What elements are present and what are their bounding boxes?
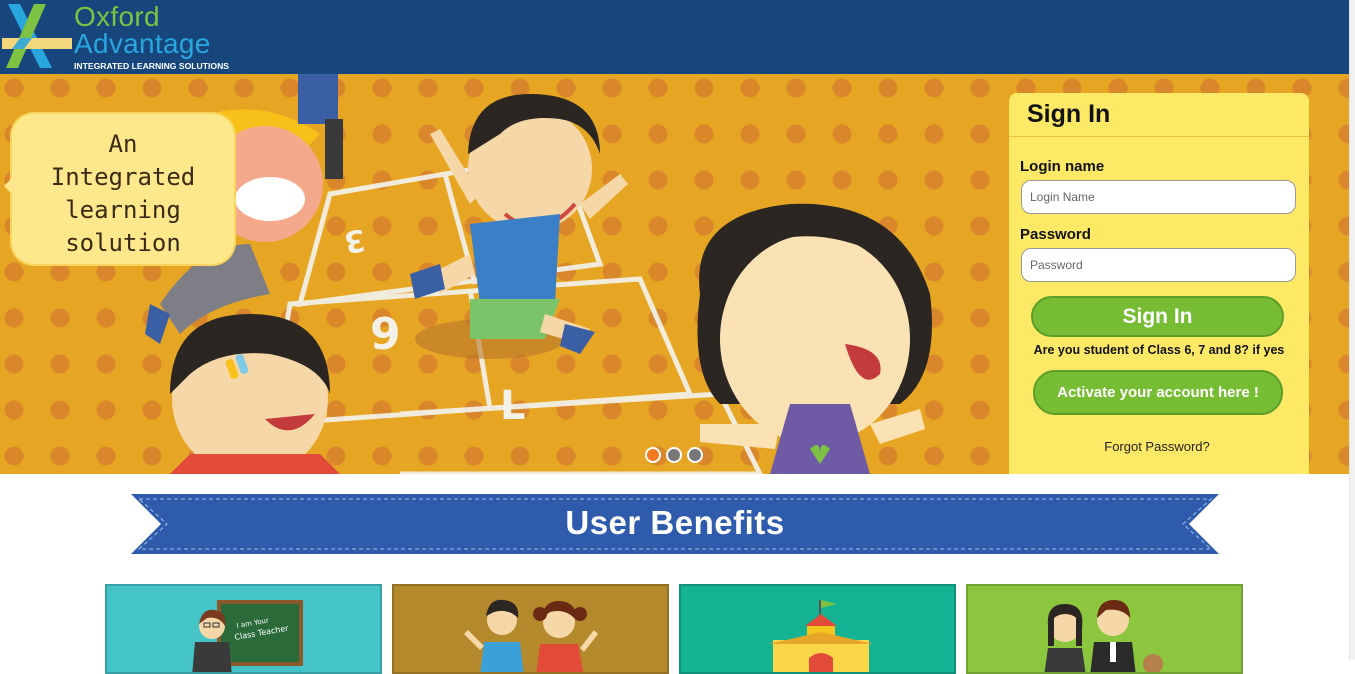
login-name-input[interactable]: [1021, 180, 1296, 214]
benefit-card-teacher[interactable]: I am Your Class Teacher: [105, 584, 382, 674]
sign-in-panel: Sign In Login name Password Sign In Are …: [1009, 93, 1309, 474]
sign-in-header: Sign In: [1009, 93, 1309, 137]
student-question-text: Are you student of Class 6, 7 and 8? if …: [1033, 343, 1285, 357]
svg-text:L: L: [500, 383, 526, 429]
school-icon: [769, 600, 873, 672]
logo-name-line2: Advantage: [74, 28, 211, 59]
password-input[interactable]: [1021, 248, 1296, 282]
svg-text:3: 3: [341, 221, 368, 259]
hero-speech-line: solution: [65, 229, 181, 257]
benefit-card-students[interactable]: [392, 584, 669, 674]
carousel-dot-2[interactable]: [666, 447, 682, 463]
oxford-advantage-logo[interactable]: Oxford Advantage INTEGRATED LEARNING SOL…: [2, 2, 232, 72]
site-header: Oxford Advantage INTEGRATED LEARNING SOL…: [0, 0, 1349, 74]
activate-account-button[interactable]: Activate your account here !: [1033, 370, 1283, 415]
hero-speech-line: Integrated: [50, 163, 196, 191]
logo-mark-icon: [2, 4, 72, 68]
hero-speech-text: An Integrated learning solution: [12, 128, 234, 260]
hero-speech-line: learning: [65, 196, 181, 224]
carousel-dot-1[interactable]: [645, 447, 661, 463]
sign-in-button[interactable]: Sign In: [1031, 296, 1284, 337]
parents-icon: [1044, 600, 1163, 672]
forgot-password-link[interactable]: Forgot Password?: [1009, 439, 1305, 454]
user-benefits-title: User Benefits: [565, 504, 785, 541]
teacher-icon: I am Your Class Teacher: [192, 600, 303, 672]
benefit-card-school[interactable]: [679, 584, 956, 674]
sign-in-title: Sign In: [1027, 100, 1111, 128]
carousel-indicators: [645, 447, 703, 463]
logo-tagline: INTEGRATED LEARNING SOLUTIONS: [74, 61, 230, 71]
students-icon: [464, 599, 598, 672]
hero-speech-line: An: [108, 130, 138, 158]
carousel-dot-3[interactable]: [687, 447, 703, 463]
page-scrollbar[interactable]: [1349, 0, 1355, 660]
login-name-label: Login name: [1020, 158, 1105, 175]
svg-text:9: 9: [370, 309, 401, 360]
benefit-card-parents[interactable]: [966, 584, 1243, 674]
password-label: Password: [1020, 226, 1091, 243]
